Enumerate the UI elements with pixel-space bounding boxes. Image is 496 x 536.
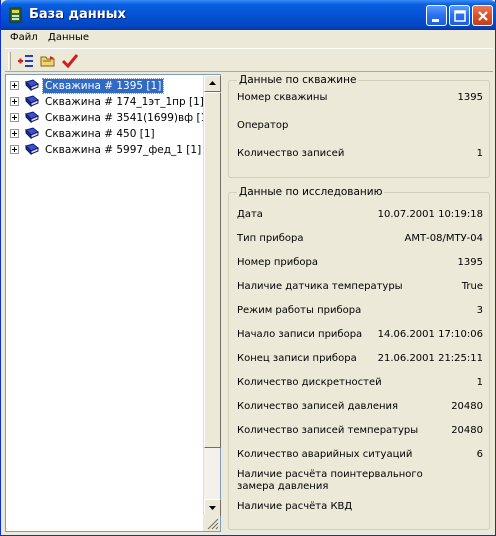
tree-item-well-1[interactable]: Скважина # 1395 [1]: [6, 78, 202, 94]
resize-grip[interactable]: [203, 514, 220, 531]
field-value: True: [461, 281, 483, 292]
resize-grip-icon: [207, 518, 219, 530]
tree-item-label: Скважина # 450 [1]: [45, 128, 155, 140]
maximize-icon: [454, 10, 466, 22]
book-icon: [25, 143, 39, 156]
arrow-up-icon: [209, 81, 216, 85]
book-icon: [25, 95, 39, 108]
field-label: Количество записей температуры: [237, 425, 419, 436]
field-label: Тип прибора: [237, 233, 304, 244]
well-data-group: Данные по скважине Номер скважины 1395 О…: [228, 74, 490, 178]
field-value: 14.06.2001 17:10:06: [377, 329, 483, 340]
field-value: 10.07.2001 10:19:18: [377, 209, 483, 220]
toolbar-grip[interactable]: [8, 52, 11, 70]
expand-icon[interactable]: [10, 129, 19, 138]
tree-item-label: Скважина # 3541(1699)вф [1]: [45, 112, 212, 124]
field-value: 1395: [457, 92, 483, 103]
menu-data[interactable]: Данные: [48, 32, 89, 43]
field-value: 3: [476, 305, 483, 316]
wells-tree[interactable]: Скважина # 1395 [1] Скважина # 174_1эт_1…: [5, 74, 221, 532]
field-value: 6: [476, 449, 483, 460]
scroll-up-button[interactable]: [204, 75, 221, 92]
book-icon: [25, 111, 39, 124]
field-value: 1395: [457, 257, 483, 268]
field-label: Количество записей: [237, 148, 345, 159]
close-icon: [478, 11, 488, 21]
expand-icon[interactable]: [10, 145, 19, 154]
tree-item-label: Скважина # 1395 [1]: [41, 78, 165, 94]
app-icon: [9, 7, 22, 23]
close-button[interactable]: [472, 5, 493, 26]
minimize-button[interactable]: [426, 5, 447, 26]
main-window: База данных Файл Данные Скважина # 1395 …: [0, 0, 496, 536]
checkmark-icon[interactable]: [61, 52, 79, 70]
field-value: 20480: [451, 401, 483, 412]
expand-icon[interactable]: [10, 81, 19, 90]
well-group-title: Данные по скважине: [237, 74, 359, 86]
scroll-thumb[interactable]: [204, 92, 221, 448]
expand-icon[interactable]: [10, 113, 19, 122]
add-record-icon[interactable]: [17, 52, 35, 70]
tree-item-well-5[interactable]: Скважина # 5997_фед_1 [1]: [6, 142, 202, 158]
field-label: Номер скважины: [237, 92, 328, 103]
menu-bar: Файл Данные: [5, 30, 493, 48]
details-panel: Данные по скважине Номер скважины 1395 О…: [225, 74, 493, 532]
arrow-down-icon: [209, 506, 216, 510]
tree-item-well-4[interactable]: Скважина # 450 [1]: [6, 126, 202, 142]
field-label: Начало записи прибора: [237, 329, 363, 340]
field-label: Наличие расчёта КВД: [237, 501, 353, 512]
maximize-button[interactable]: [449, 5, 470, 26]
field-label: Количество дискретностей: [237, 377, 382, 388]
field-label: Режим работы прибора: [237, 305, 362, 316]
field-value: 20480: [451, 425, 483, 436]
book-icon: [25, 79, 39, 92]
field-label: Наличие расчёта поинтервального замера д…: [237, 469, 423, 492]
book-icon: [25, 127, 39, 140]
field-label: Конец записи прибора: [237, 353, 357, 364]
field-label: Оператор: [237, 120, 289, 131]
tree-scrollbar[interactable]: [203, 75, 221, 516]
field-label: Дата: [237, 209, 263, 220]
field-label: Номер прибора: [237, 257, 319, 268]
study-group-title: Данные по исследованию: [237, 186, 385, 198]
tree-item-label: Скважина # 174_1эт_1пр [1]: [45, 96, 204, 108]
menu-file[interactable]: Файл: [10, 32, 38, 43]
window-title: База данных: [29, 7, 126, 22]
field-label: Количество аварийных ситуаций: [237, 449, 413, 460]
tree-item-well-3[interactable]: Скважина # 3541(1699)вф [1]: [6, 110, 211, 126]
title-bar[interactable]: База данных: [1, 0, 496, 30]
field-value: АМТ-08/МТУ-04: [404, 233, 483, 244]
toolbar: [5, 48, 493, 72]
field-label: Наличие датчика температуры: [237, 281, 403, 292]
tree-item-label: Скважина # 5997_фед_1 [1]: [45, 144, 202, 156]
expand-icon[interactable]: [10, 97, 19, 106]
minimize-icon: [432, 19, 439, 22]
field-label: Количество записей давления: [237, 401, 399, 412]
open-folder-icon[interactable]: [39, 52, 57, 70]
study-data-group: Данные по исследованию Дата 10.07.2001 1…: [228, 186, 490, 530]
field-value: 1: [476, 377, 483, 388]
field-value: 1: [476, 148, 483, 159]
tree-item-well-2[interactable]: Скважина # 174_1эт_1пр [1]: [6, 94, 204, 110]
field-value: 21.06.2001 21:25:11: [377, 353, 483, 364]
